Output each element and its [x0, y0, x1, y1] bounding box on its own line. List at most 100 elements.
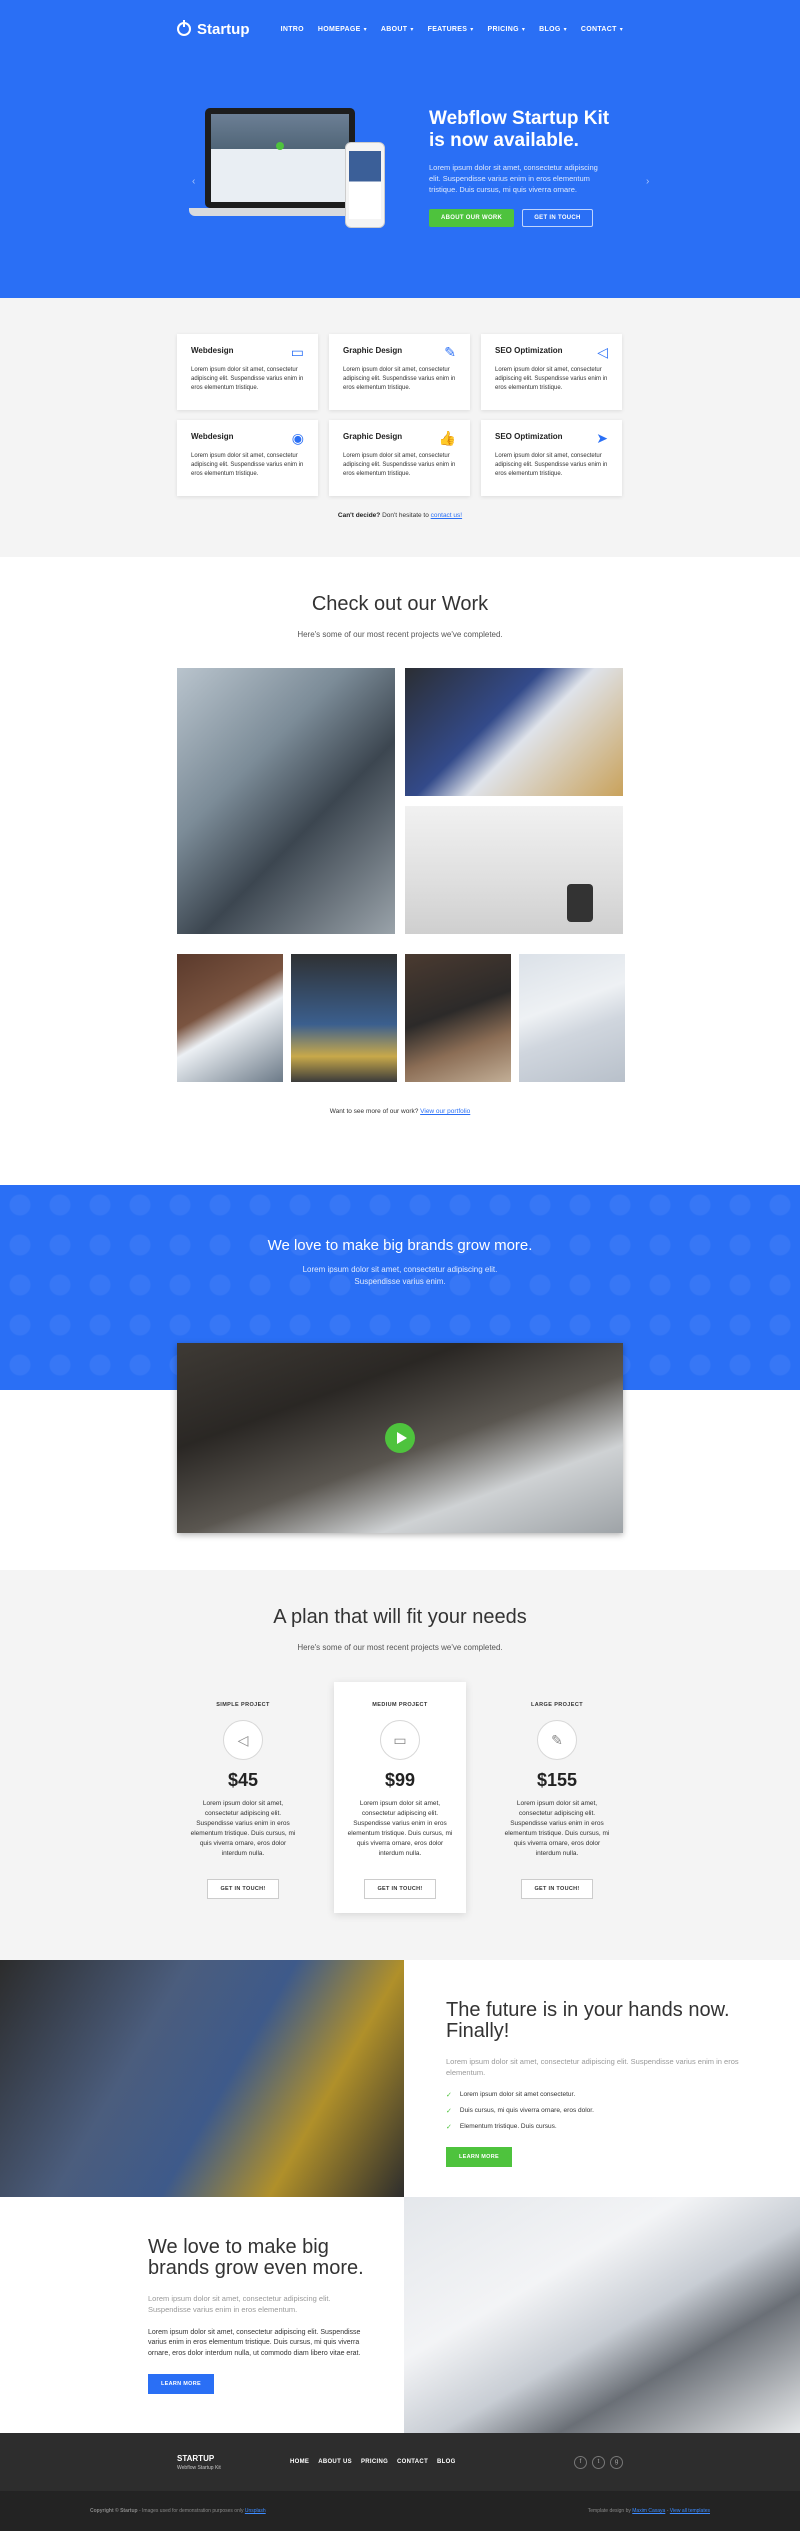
service-description: Lorem ipsum dolor sit amet, consectetur …: [495, 453, 608, 477]
footer-link-pricing[interactable]: PRICING: [361, 2459, 388, 2465]
grow-title: We love to make big brands grow even mor…: [148, 2236, 364, 2279]
nav-item-pricing[interactable]: PRICING ▾: [488, 26, 526, 33]
footer-link-contact[interactable]: CONTACT: [397, 2459, 428, 2465]
portfolio-man-image[interactable]: [291, 954, 397, 1082]
service-description: Lorem ipsum dolor sit amet, consectetur …: [191, 367, 304, 391]
portfolio-ipad-image[interactable]: [519, 954, 625, 1082]
nav-item-label: FEATURES: [427, 25, 468, 33]
plan-price: $155: [536, 1770, 578, 1790]
portfolio-photographer-image[interactable]: [177, 668, 395, 934]
plan-price: $45: [227, 1770, 259, 1790]
view-portfolio-link[interactable]: View our portfolio: [420, 1108, 470, 1115]
checklist-text: Elementum tristique. Duis cursus.: [459, 2122, 557, 2130]
nav-item-homepage[interactable]: HOMEPAGE ▾: [318, 26, 367, 33]
service-description: Lorem ipsum dolor sit amet, consectetur …: [343, 453, 456, 477]
future-description: Lorem ipsum dolor sit amet, consectetur …: [446, 2057, 739, 2078]
service-card[interactable]: Graphic Design 👍 Lorem ipsum dolor sit ame…: [329, 420, 470, 496]
checklist-text: Lorem ipsum dolor sit amet consectetur.: [459, 2090, 576, 2098]
hero-devices-image: [171, 108, 411, 238]
service-title: Webdesign: [191, 432, 234, 441]
check-icon: ✓: [446, 2123, 452, 2131]
checklist-item: ✓ Elementum tristique. Duis cursus.: [446, 2123, 760, 2131]
checklist-item: ✓ Duis cursus, mi quis viverra ornare, er…: [446, 2107, 760, 2115]
pricing-plan-card: MEDIUM PROJECT ▭ $99 Lorem ipsum dolor sit …: [334, 1682, 466, 1914]
brands-description: Lorem ipsum dolor sit amet, consectetur …: [302, 1265, 498, 1286]
get-in-touch-plan-button[interactable]: GET IN TOUCH!: [521, 1879, 593, 1900]
grow-learn-more-button[interactable]: LEARN MORE: [148, 2374, 214, 2395]
thumbs-up-icon: 👍: [438, 430, 456, 446]
service-card[interactable]: SEO Optimization ◁ Lorem ipsum dolor sit a…: [481, 334, 622, 410]
nav-item-intro[interactable]: INTRO: [281, 26, 304, 33]
man-writing-image: [0, 1960, 404, 2197]
copyright-bar: Copyright © Startup - Images used for de…: [0, 2491, 800, 2531]
monitor-icon: ▭: [380, 1720, 420, 1760]
hero-description: Lorem ipsum dolor sit amet, consectetur …: [429, 162, 598, 195]
service-card[interactable]: Webdesign ◉ Lorem ipsum dolor sit amet, co…: [177, 420, 318, 496]
footer-nav: HOME ABOUT US PRICING CONTACT BLOG: [290, 2459, 456, 2465]
chevron-down-icon: ▾: [619, 26, 623, 33]
chevron-down-icon: ▾: [363, 26, 367, 33]
nav-item-about[interactable]: ABOUT ▾: [381, 26, 414, 33]
google-plus-icon[interactable]: g: [610, 2455, 623, 2469]
service-card[interactable]: Webdesign ▭ Lorem ipsum dolor sit amet, co…: [177, 334, 318, 410]
pricing-plans: SIMPLE PROJECT ◁ $45 Lorem ipsum dolor sit …: [177, 1682, 623, 1914]
video-thumbnail[interactable]: [177, 1343, 623, 1533]
monitor-icon: ▭: [290, 344, 304, 360]
nav-item-label: INTRO: [280, 25, 304, 33]
plan-name: MEDIUM PROJECT: [372, 1702, 428, 1708]
services-note: Can't decide? Don't hesitate to contact …: [337, 512, 463, 519]
get-in-touch-button[interactable]: GET IN TOUCH: [522, 209, 593, 228]
services-section: Webdesign ▭ Lorem ipsum dolor sit amet, co…: [0, 298, 800, 557]
chevron-down-icon: ▾: [563, 26, 567, 33]
grow-body: Lorem ipsum dolor sit amet, consectetur …: [148, 2328, 361, 2358]
portfolio-note: Want to see more of our work? View our p…: [329, 1108, 471, 1115]
portfolio-laptop-image[interactable]: [177, 954, 283, 1082]
facebook-icon[interactable]: f: [574, 2455, 587, 2469]
portfolio-desk-image[interactable]: [405, 954, 511, 1082]
footer-link-blog[interactable]: BLOG: [437, 2459, 456, 2465]
get-in-touch-plan-button[interactable]: GET IN TOUCH!: [364, 1879, 436, 1900]
grow-description: Lorem ipsum dolor sit amet, consectetur …: [148, 2294, 331, 2315]
service-title: SEO Optimization: [495, 346, 563, 355]
work-section: Check out our Work Here's some of our mo…: [0, 557, 800, 1155]
future-learn-more-button[interactable]: LEARN MORE: [446, 2146, 512, 2167]
nav-item-features[interactable]: FEATURES ▾: [428, 26, 474, 33]
get-in-touch-plan-button[interactable]: GET IN TOUCH!: [207, 1879, 279, 1900]
footer-tagline: Webflow Startup Kit: [177, 2464, 221, 2471]
slider-next-icon[interactable]: ›: [646, 176, 649, 187]
service-description: Lorem ipsum dolor sit amet, consectetur …: [191, 453, 304, 477]
slider-prev-icon[interactable]: ‹: [192, 176, 195, 187]
brands-title: We love to make big brands grow more.: [267, 1237, 533, 1254]
chevron-down-icon: ▾: [521, 26, 526, 33]
footer-link-home[interactable]: HOME: [290, 2459, 309, 2465]
power-icon: [177, 20, 191, 36]
nav-item-contact[interactable]: CONTACT ▾: [581, 26, 623, 33]
service-description: Lorem ipsum dolor sit amet, consectetur …: [495, 367, 608, 391]
about-our-work-button[interactable]: ABOUT OUR WORK: [429, 209, 515, 228]
logo[interactable]: Startup: [177, 20, 250, 38]
check-icon: ✓: [446, 2091, 452, 2099]
portfolio-tablet-image[interactable]: [405, 668, 623, 796]
footer-logo[interactable]: STARTUP: [177, 2454, 290, 2463]
service-card[interactable]: SEO Optimization ➤ Lorem ipsum dolor sit a…: [481, 420, 622, 496]
hero-title: Webflow Startup Kit is now available.: [429, 108, 610, 151]
play-icon[interactable]: [385, 1423, 415, 1453]
pricing-section: A plan that will fit your needs Here's s…: [0, 1570, 800, 1960]
phone-mockup: [345, 142, 385, 228]
footer-link-about-us[interactable]: ABOUT US: [318, 2459, 352, 2465]
camera-icon: ◉: [291, 430, 304, 446]
service-title: Graphic Design: [343, 346, 403, 355]
plan-name: SIMPLE PROJECT: [216, 1702, 270, 1708]
pricing-plan-card: LARGE PROJECT ✎ $155 Lorem ipsum dolor sit …: [491, 1682, 623, 1913]
nav-item-label: BLOG: [539, 25, 561, 33]
nav-item-blog[interactable]: BLOG ▾: [539, 26, 567, 33]
paper-plane-icon: ➤: [596, 430, 608, 446]
contact-us-link[interactable]: contact us!: [431, 512, 462, 519]
future-title: The future is in your hands now. Finally…: [446, 1999, 730, 2042]
portfolio-office-image[interactable]: [405, 806, 623, 934]
checklist-text: Duis cursus, mi quis viverra ornare, ero…: [459, 2106, 594, 2114]
work-title: Check out our Work: [311, 593, 489, 615]
service-card[interactable]: Graphic Design ✎ Lorem ipsum dolor sit ame…: [329, 334, 470, 410]
plan-description: Lorem ipsum dolor sit amet, consectetur …: [504, 1800, 610, 1858]
twitter-icon[interactable]: t: [592, 2455, 605, 2469]
